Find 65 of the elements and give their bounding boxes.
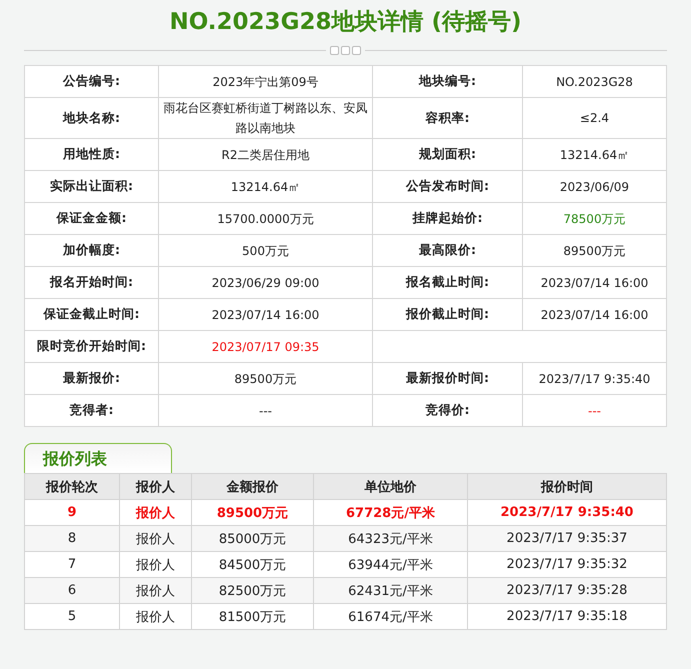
field-value: ≤2.4	[522, 98, 666, 138]
field-label: 报名截止时间:	[372, 266, 522, 298]
field-value: 雨花台区赛虹桥街道丁树路以东、安凤路以南地块	[158, 98, 372, 138]
field-label: 保证金金额:	[24, 202, 158, 234]
field-label: 公告发布时间:	[372, 170, 522, 202]
divider-ornament-icon	[330, 46, 361, 55]
table-cell: 61674元/平米	[314, 604, 468, 630]
field-value: 78500万元	[522, 202, 666, 234]
section-tab[interactable]: 报价列表	[24, 443, 172, 473]
table-cell: 82500万元	[192, 578, 314, 604]
field-label: 最高限价:	[372, 234, 522, 266]
field-label: 公告编号:	[24, 66, 158, 98]
table-cell: 2023/7/17 9:35:18	[468, 604, 666, 630]
field-value: 89500万元	[158, 362, 372, 394]
table-cell: 报价人	[120, 578, 192, 604]
field-value: 2023/07/14 16:00	[522, 266, 666, 298]
table-cell: 81500万元	[192, 604, 314, 630]
field-label: 限时竞价开始时间:	[24, 330, 158, 362]
field-value: 2023/7/17 9:35:40	[522, 362, 666, 394]
field-value: 89500万元	[522, 234, 666, 266]
field-label: 最新报价时间:	[372, 362, 522, 394]
field-label: 报价截止时间:	[372, 298, 522, 330]
table-cell: 8	[24, 526, 120, 552]
field-label: 报名开始时间:	[24, 266, 158, 298]
table-cell: 85000万元	[192, 526, 314, 552]
column-header: 报价人	[120, 474, 192, 500]
table-cell: 报价人	[120, 526, 192, 552]
field-label: 实际出让面积:	[24, 170, 158, 202]
field-value: 2023/07/14 16:00	[522, 298, 666, 330]
field-label: 保证金截止时间:	[24, 298, 158, 330]
field-value: 500万元	[158, 234, 372, 266]
field-label: 用地性质:	[24, 138, 158, 170]
table-cell: 报价人	[120, 604, 192, 630]
field-label: 地块编号:	[372, 66, 522, 98]
field-label: 加价幅度:	[24, 234, 158, 266]
table-cell: 2023/7/17 9:35:28	[468, 578, 666, 604]
column-header: 金额报价	[192, 474, 314, 500]
field-value: NO.2023G28	[522, 66, 666, 98]
field-label: 地块名称:	[24, 98, 158, 138]
table-cell: 6	[24, 578, 120, 604]
field-value: 13214.64㎡	[522, 138, 666, 170]
field-value: 15700.0000万元	[158, 202, 372, 234]
field-value: 2023年宁出第09号	[158, 66, 372, 98]
field-value: 2023/07/17 09:35	[158, 330, 372, 362]
field-value: ---	[522, 394, 666, 426]
table-cell: 5	[24, 604, 120, 630]
field-label: 竞得价:	[372, 394, 522, 426]
field-value: 2023/06/29 09:00	[158, 266, 372, 298]
field-value: 13214.64㎡	[158, 170, 372, 202]
page-title: NO.2023G28地块详情 (待摇号)	[168, 8, 522, 37]
column-header: 报价轮次	[24, 474, 120, 500]
field-label: 挂牌起始价:	[372, 202, 522, 234]
field-label: 容积率:	[372, 98, 522, 138]
table-cell: 2023/7/17 9:35:37	[468, 526, 666, 552]
column-header: 报价时间	[468, 474, 666, 500]
field-value: ---	[158, 394, 372, 426]
field-value: 2023/07/14 16:00	[158, 298, 372, 330]
table-cell: 62431元/平米	[314, 578, 468, 604]
field-label: 规划面积:	[372, 138, 522, 170]
field-value: R2二类居住用地	[158, 138, 372, 170]
field-value: 2023/06/09	[522, 170, 666, 202]
field-label: 最新报价:	[24, 362, 158, 394]
column-header: 单位地价	[314, 474, 468, 500]
field-label: 竞得者:	[24, 394, 158, 426]
table-cell: 64323元/平米	[314, 526, 468, 552]
